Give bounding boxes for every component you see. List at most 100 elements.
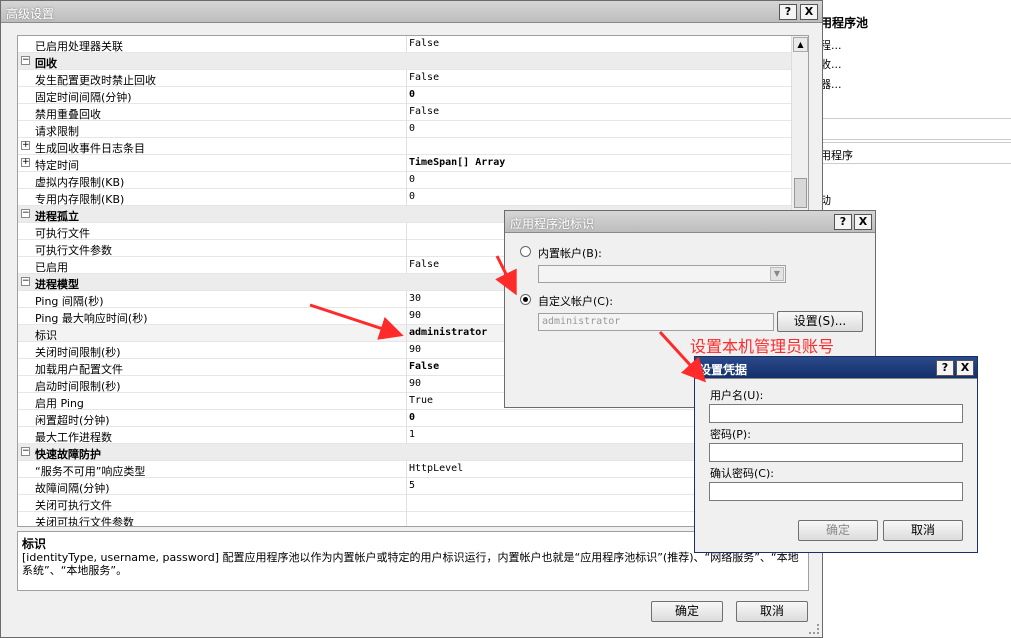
property-name: Ping 间隔(秒) (35, 295, 104, 308)
property-row[interactable]: “服务不可用”响应类型 HttpLevel (18, 461, 793, 478)
property-row[interactable]: 虚拟内存限制(KB) 0 (18, 172, 793, 189)
credentials-cancel-button[interactable]: 取消 (883, 520, 963, 541)
expand-icon[interactable]: + (21, 158, 30, 167)
property-value[interactable]: 90 (409, 310, 421, 321)
property-row[interactable]: 关闭可执行文件参数 (18, 512, 793, 526)
property-value[interactable]: False (409, 259, 439, 270)
action-link-2[interactable]: 收... (820, 56, 842, 72)
property-row[interactable]: 关闭可执行文件 (18, 495, 793, 512)
description-panel: 标识 [identityType, username, password] 配置… (17, 531, 809, 591)
property-name: 进程孤立 (35, 210, 79, 223)
property-value[interactable]: 90 (409, 344, 421, 355)
password-field[interactable] (709, 443, 963, 462)
column-divider (406, 104, 407, 121)
property-value[interactable]: HttpLevel (409, 463, 463, 474)
category-row[interactable]: − 回收 (18, 53, 793, 70)
credentials-help-button[interactable]: ? (936, 360, 954, 376)
identity-dialog-title: 应用程序池标识 (510, 217, 595, 231)
category-row[interactable]: − 快速故障防护 (18, 444, 793, 461)
property-name: 快速故障防护 (35, 448, 101, 461)
column-divider (406, 410, 407, 427)
column-divider (406, 325, 407, 342)
custom-account-field[interactable]: administrator (538, 313, 774, 331)
identity-help-button[interactable]: ? (834, 214, 852, 230)
property-name: 专用内存限制(KB) (35, 193, 125, 206)
property-value[interactable]: 0 (409, 191, 415, 202)
column-divider (406, 155, 407, 172)
collapse-icon[interactable]: − (21, 209, 30, 218)
collapse-icon[interactable]: − (21, 56, 30, 65)
close-button[interactable]: X (800, 4, 818, 20)
builtin-account-radio[interactable] (520, 246, 531, 257)
username-field[interactable] (709, 404, 963, 423)
property-name: 禁用重叠回收 (35, 108, 101, 121)
chevron-down-icon[interactable]: ▼ (770, 267, 784, 281)
property-value[interactable]: administrator (409, 327, 487, 338)
property-row[interactable]: 最大工作进程数 1 (18, 427, 793, 444)
column-divider (406, 36, 407, 53)
property-value[interactable]: 0 (409, 89, 415, 100)
credentials-close-button[interactable]: X (956, 360, 974, 376)
property-name: 发生配置更改时禁止回收 (35, 74, 156, 87)
property-row[interactable]: 发生配置更改时禁止回收 False (18, 70, 793, 87)
column-divider (406, 87, 407, 104)
collapse-icon[interactable]: − (21, 447, 30, 456)
property-value[interactable]: False (409, 361, 439, 372)
scroll-thumb[interactable] (794, 178, 807, 208)
column-divider (406, 393, 407, 410)
property-row[interactable]: + 生成回收事件日志条目 (18, 138, 793, 155)
column-divider (406, 121, 407, 138)
property-value[interactable]: 5 (409, 480, 415, 491)
property-value[interactable]: 30 (409, 293, 421, 304)
set-credentials-button[interactable]: 设置(S)... (777, 311, 863, 332)
column-divider (406, 495, 407, 512)
password-label: 密码(P): (710, 428, 751, 441)
property-row[interactable]: 已启用处理器关联 False (18, 36, 793, 53)
expand-icon[interactable]: + (21, 141, 30, 150)
property-name: 特定时间 (35, 159, 79, 172)
column-divider (406, 70, 407, 87)
cancel-button[interactable]: 取消 (736, 601, 808, 622)
actions-section-apps: 用程序 (820, 142, 1011, 164)
property-value[interactable]: False (409, 72, 439, 83)
help-button[interactable]: ? (779, 4, 797, 20)
credentials-ok-button[interactable]: 确定 (798, 520, 878, 541)
property-row[interactable]: 专用内存限制(KB) 0 (18, 189, 793, 206)
title-bar: 高级设置 ? X (1, 1, 822, 23)
property-name: Ping 最大响应时间(秒) (35, 312, 148, 325)
builtin-account-select[interactable]: ▼ (538, 265, 786, 283)
custom-account-radio[interactable] (520, 294, 531, 305)
property-value[interactable]: 90 (409, 378, 421, 389)
action-link-3[interactable]: 器... (820, 76, 842, 92)
property-value[interactable]: TimeSpan[] Array (409, 157, 505, 168)
property-value[interactable]: 0 (409, 174, 415, 185)
action-link-1[interactable]: 程... (820, 37, 842, 53)
ok-button[interactable]: 确定 (651, 601, 723, 622)
property-name: 闲置超时(分钟) (35, 414, 110, 427)
property-name: 虚拟内存限制(KB) (35, 176, 125, 189)
annotation-text: 设置本机管理员账号 (690, 337, 835, 356)
property-name: 已启用 (35, 261, 68, 274)
property-value[interactable]: 1 (409, 429, 415, 440)
property-value[interactable]: 0 (409, 412, 415, 423)
resize-grip-icon[interactable] (809, 624, 819, 634)
property-row[interactable]: + 特定时间 TimeSpan[] Array (18, 155, 793, 172)
property-value[interactable]: False (409, 106, 439, 117)
collapse-icon[interactable]: − (21, 277, 30, 286)
column-divider (406, 461, 407, 478)
column-divider (406, 291, 407, 308)
confirm-password-field[interactable] (709, 482, 963, 501)
property-row[interactable]: 故障间隔(分钟) 5 (18, 478, 793, 495)
property-row[interactable]: 禁用重叠回收 False (18, 104, 793, 121)
property-value[interactable]: 0 (409, 123, 415, 134)
property-name: 生成回收事件日志条目 (35, 142, 145, 155)
property-row[interactable]: 闲置超时(分钟) 0 (18, 410, 793, 427)
column-divider (406, 342, 407, 359)
property-value[interactable]: False (409, 38, 439, 49)
property-name: 已启用处理器关联 (35, 40, 123, 53)
scroll-up-icon[interactable]: ▲ (793, 37, 808, 52)
property-row[interactable]: 请求限制 0 (18, 121, 793, 138)
identity-close-button[interactable]: X (854, 214, 872, 230)
property-value[interactable]: True (409, 395, 433, 406)
property-row[interactable]: 固定时间间隔(分钟) 0 (18, 87, 793, 104)
